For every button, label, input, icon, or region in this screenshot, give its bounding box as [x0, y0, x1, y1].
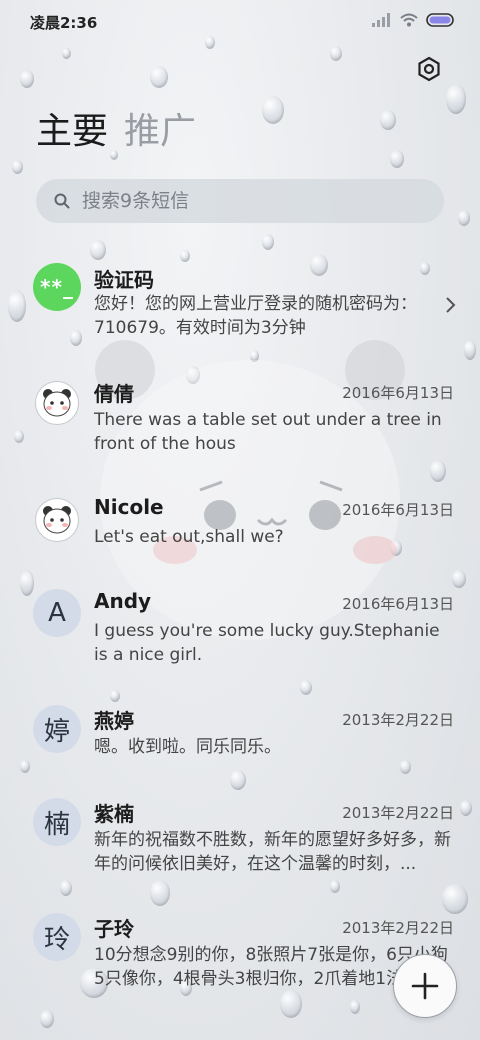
- sender-name: 紫楠: [94, 802, 134, 826]
- list-item[interactable]: 婷 燕婷 2013年2月22日 嗯。收到啦。同乐同乐。: [0, 705, 480, 775]
- list-item[interactable]: 倩倩 2016年6月13日 There was a table set out …: [0, 378, 480, 468]
- status-bar: 凌晨2:36: [0, 0, 480, 44]
- sender-name: 子玲: [94, 917, 134, 941]
- add-icon: [411, 972, 439, 1000]
- status-time: 凌晨2:36: [30, 14, 98, 32]
- message-date: 2016年6月13日: [342, 595, 454, 613]
- sender-name: 倩倩: [94, 382, 134, 406]
- panda-avatar-icon: [43, 389, 71, 417]
- avatar: 婷: [33, 705, 81, 753]
- message-date: 2013年2月22日: [342, 711, 454, 729]
- message-date: 2013年2月22日: [342, 804, 454, 822]
- tab-promotions[interactable]: 推广: [124, 110, 196, 154]
- list-item[interactable]: **_ 验证码 您好！您的网上营业厅登录的随机密码为：710679。有效时间为3…: [0, 262, 480, 352]
- settings-icon[interactable]: [416, 56, 442, 82]
- avatar: 楠: [33, 798, 81, 846]
- wifi-icon: [400, 13, 418, 27]
- avatar: A: [33, 589, 81, 637]
- chevron-right-icon[interactable]: [444, 296, 456, 314]
- message-preview: 嗯。收到啦。同乐同乐。: [94, 737, 281, 757]
- signal-icon: [372, 13, 390, 27]
- list-item[interactable]: 楠 紫楠 2013年2月22日 新年的祝福数不胜数，新年的愿望好多好多，新年的问…: [0, 798, 480, 888]
- message-preview: I guess you're some lucky guy.Stephanie …: [94, 621, 440, 665]
- message-date: 2013年2月22日: [342, 919, 454, 937]
- avatar: [35, 381, 79, 425]
- search-bar[interactable]: [36, 179, 444, 223]
- message-preview: Let's eat out,shall we?: [94, 527, 284, 547]
- sender-name: 燕婷: [94, 709, 134, 733]
- message-date: 2016年6月13日: [342, 501, 454, 519]
- list-item[interactable]: Nicole 2016年6月13日 Let's eat out,shall we…: [0, 495, 480, 565]
- panda-avatar-icon: [43, 506, 71, 534]
- avatar: 玲: [33, 913, 81, 961]
- search-input[interactable]: [80, 189, 424, 213]
- tab-main[interactable]: 主要: [36, 110, 108, 154]
- message-preview: There was a table set out under a tree i…: [94, 410, 442, 454]
- sender-name: Andy: [94, 589, 152, 613]
- message-date: 2016年6月13日: [342, 384, 454, 402]
- list-item[interactable]: A Andy 2016年6月13日 I guess you're some lu…: [0, 589, 480, 679]
- sender-name: 验证码: [94, 268, 154, 292]
- message-preview: 新年的祝福数不胜数，新年的愿望好多好多，新年的问候依旧美好，在这个温馨的时刻，.…: [94, 830, 451, 874]
- battery-icon: [426, 13, 454, 27]
- message-tabs: 主要 推广: [36, 110, 196, 154]
- search-icon: [54, 193, 70, 209]
- avatar: **_: [33, 263, 81, 311]
- avatar: [35, 498, 79, 542]
- new-message-button[interactable]: [393, 954, 457, 1018]
- sender-name: Nicole: [94, 495, 164, 519]
- message-preview: 您好！您的网上营业厅登录的随机密码为：710679。有效时间为3分钟: [94, 294, 417, 338]
